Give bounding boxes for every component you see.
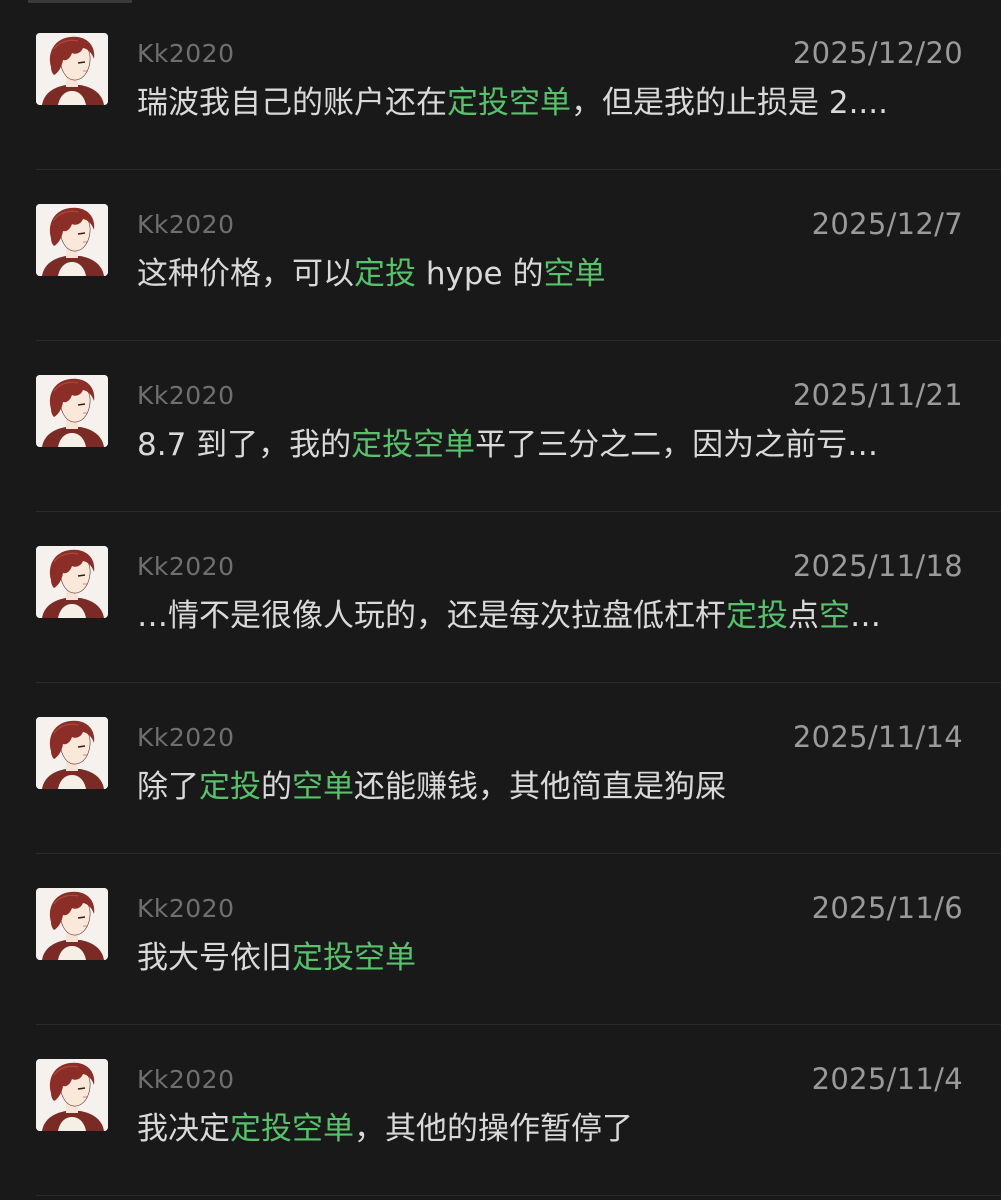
keyword-highlight: 空单 [543, 256, 606, 292]
message-text: 平了三分之二，因为之前亏… [475, 427, 879, 463]
message-snippet: 8.7 到了，我的定投空单平了三分之二，因为之前亏… [137, 424, 962, 466]
divider [36, 682, 1001, 683]
divider [36, 1024, 1001, 1025]
keyword-highlight: 定投空单 [230, 1111, 354, 1147]
message-date: 2025/11/18 [792, 549, 963, 583]
message-snippet: 我大号依旧定投空单 [137, 937, 962, 979]
message-snippet: 我决定定投空单，其他的操作暂停了 [137, 1108, 962, 1150]
divider [36, 169, 1001, 170]
keyword-highlight: 空 [819, 598, 850, 634]
message-date: 2025/12/7 [811, 207, 963, 241]
message-text: 还能赚钱，其他简直是狗屎 [354, 769, 726, 805]
keyword-highlight: 定投空单 [292, 940, 416, 976]
anime-boy-avatar-icon[interactable] [36, 717, 108, 789]
message-snippet: 这种价格，可以定投 hype 的空单 [137, 253, 962, 295]
anime-boy-avatar-icon[interactable] [36, 1059, 108, 1131]
divider [36, 1195, 1001, 1196]
result-item[interactable]: Kk2020 2025/11/18 …情不是很像人玩的，还是每次拉盘低杠杆定投点… [36, 513, 1001, 683]
divider [36, 853, 1001, 854]
anime-boy-avatar-icon[interactable] [36, 33, 108, 105]
message-text: 这种价格，可以 [137, 256, 354, 292]
result-item[interactable]: Kk2020 2025/11/14 除了定投的空单还能赚钱，其他简直是狗屎 [36, 684, 1001, 854]
message-text: 8.7 到了，我的 [137, 427, 352, 463]
result-item[interactable]: Kk2020 2025/11/21 8.7 到了，我的定投空单平了三分之二，因为… [36, 342, 1001, 512]
keyword-highlight: 定投 [199, 769, 261, 805]
result-item[interactable]: Kk2020 2025/11/6 我大号依旧定投空单 [36, 855, 1001, 1025]
keyword-highlight: 空单 [292, 769, 354, 805]
username: Kk2020 [137, 210, 235, 239]
message-date: 2025/11/14 [792, 720, 963, 754]
message-text: …情不是很像人玩的，还是每次拉盘低杠杆 [137, 598, 726, 634]
username: Kk2020 [137, 723, 235, 752]
keyword-highlight: 定投空单 [447, 85, 571, 121]
message-text: ，其他的操作暂停了 [354, 1111, 633, 1147]
message-text: 除了 [137, 769, 199, 805]
anime-boy-avatar-icon[interactable] [36, 375, 108, 447]
username: Kk2020 [137, 894, 235, 923]
result-item[interactable]: Kk2020 2025/11/4 我决定定投空单，其他的操作暂停了 [36, 1026, 1001, 1196]
message-text: 点 [788, 598, 819, 634]
anime-boy-avatar-icon[interactable] [36, 546, 108, 618]
message-text: hype 的 [416, 256, 544, 292]
message-text: 我决定 [137, 1111, 230, 1147]
message-date: 2025/11/6 [811, 891, 963, 925]
message-text: 瑞波我自己的账户还在 [137, 85, 447, 121]
username: Kk2020 [137, 552, 235, 581]
message-date: 2025/11/21 [792, 378, 963, 412]
message-text: … [850, 598, 881, 634]
message-date: 2025/11/4 [811, 1062, 963, 1096]
username: Kk2020 [137, 39, 235, 68]
divider [36, 340, 1001, 341]
anime-boy-avatar-icon[interactable] [36, 204, 108, 276]
divider [36, 511, 1001, 512]
message-snippet: …情不是很像人玩的，还是每次拉盘低杠杆定投点空… [137, 595, 962, 637]
anime-boy-avatar-icon[interactable] [36, 888, 108, 960]
username: Kk2020 [137, 381, 235, 410]
keyword-highlight: 定投空单 [351, 427, 476, 463]
message-text: ，但是我的止损是 2.... [571, 85, 888, 121]
message-date: 2025/12/20 [792, 36, 963, 70]
result-item[interactable]: Kk2020 2025/12/7 这种价格，可以定投 hype 的空单 [36, 171, 1001, 341]
username: Kk2020 [137, 1065, 235, 1094]
message-text: 的 [261, 769, 292, 805]
result-item[interactable]: Kk2020 2025/12/20 瑞波我自己的账户还在定投空单，但是我的止损是… [36, 0, 1001, 170]
keyword-highlight: 定投 [354, 256, 416, 292]
message-snippet: 除了定投的空单还能赚钱，其他简直是狗屎 [137, 766, 962, 808]
message-text: 我大号依旧 [137, 940, 292, 976]
message-snippet: 瑞波我自己的账户还在定投空单，但是我的止损是 2.... [137, 82, 962, 124]
keyword-highlight: 定投 [726, 598, 788, 634]
